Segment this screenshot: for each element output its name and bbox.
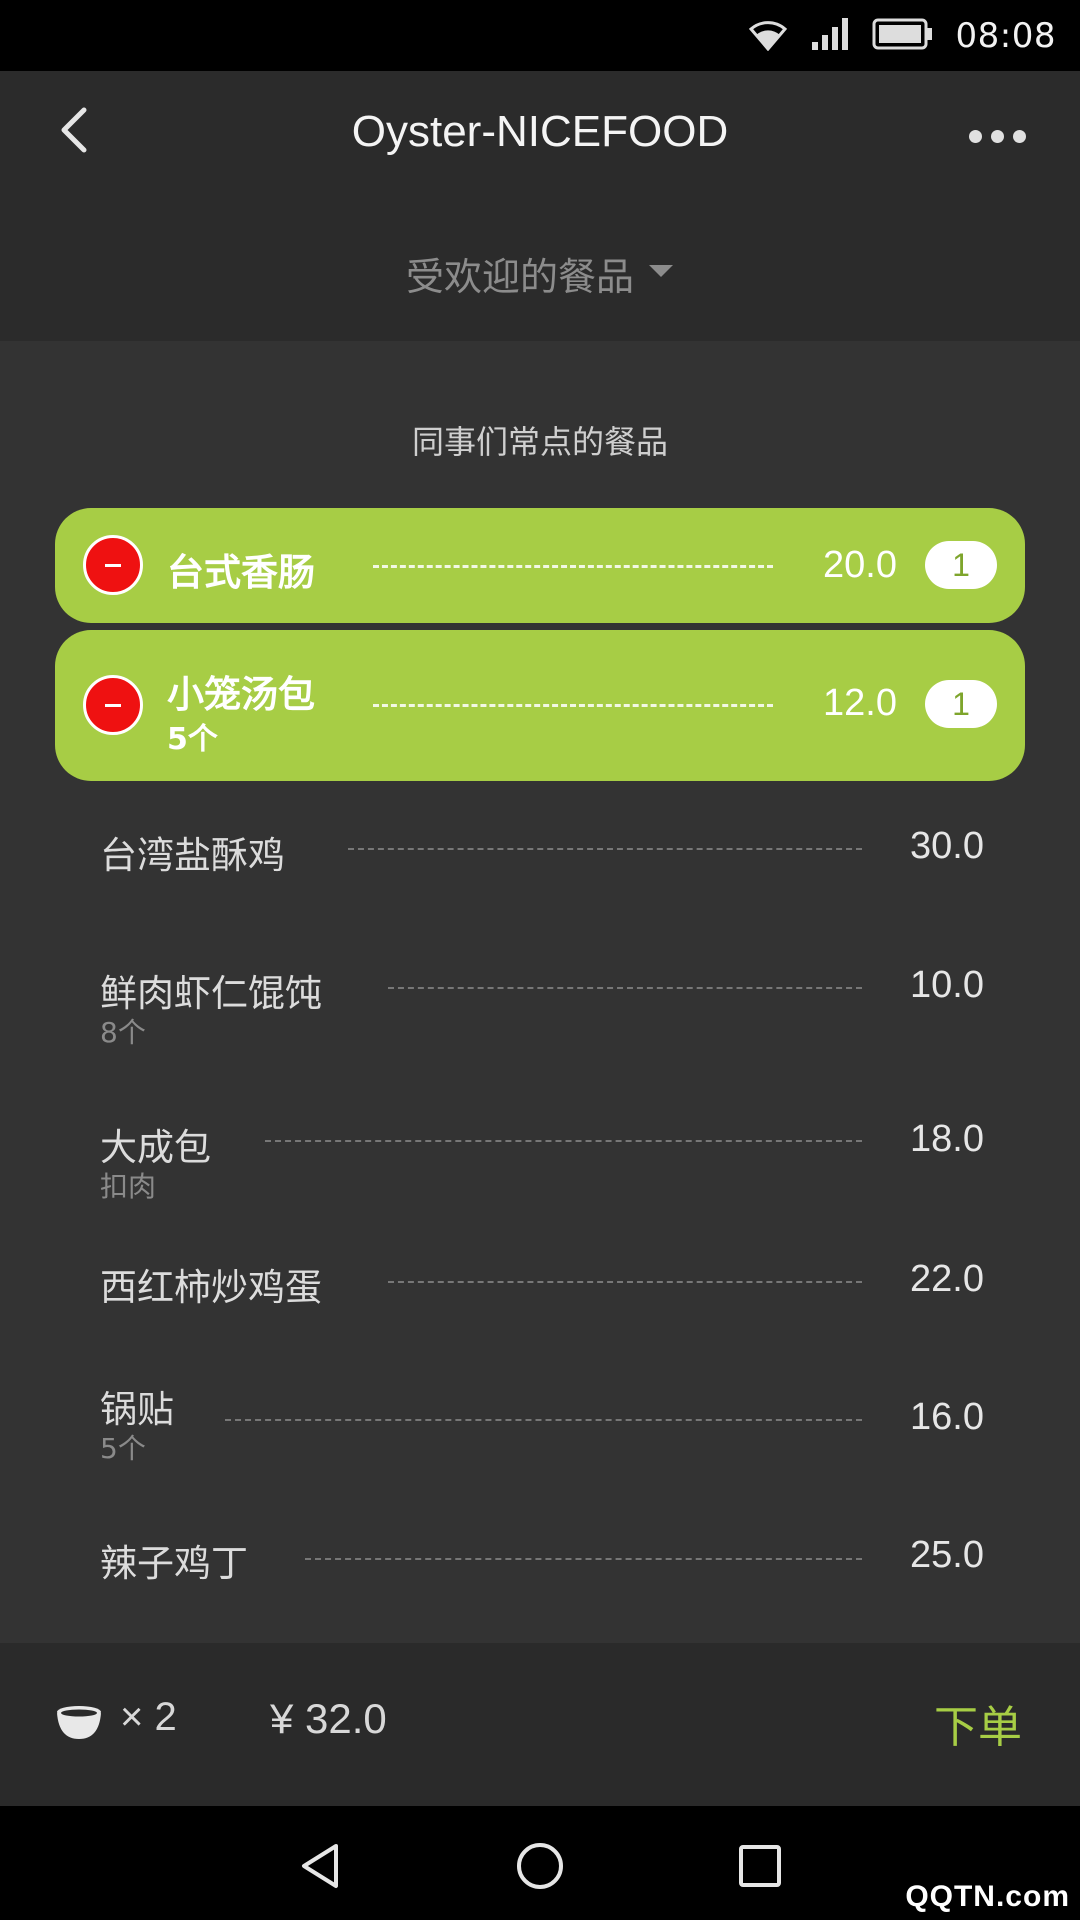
- menu-item[interactable]: 鲜肉虾仁馄饨 8个 10.0: [0, 911, 1080, 1061]
- dotted-leader: [225, 1419, 862, 1421]
- dotted-leader: [348, 848, 862, 850]
- dotted-leader: [388, 1281, 862, 1283]
- remove-item-button[interactable]: [83, 675, 143, 735]
- menu-item[interactable]: 大成包 扣肉 18.0: [0, 1061, 1080, 1221]
- cart-count: × 2: [120, 1695, 177, 1739]
- menu-item-name: 西红柿炒鸡蛋: [100, 1266, 322, 1309]
- dropdown-arrow-icon: [648, 263, 674, 283]
- menu-item-name: 大成包: [100, 1126, 211, 1169]
- wifi-icon: [748, 17, 788, 55]
- menu-item-price: 18.0: [910, 1118, 984, 1160]
- cart-total: ¥ 32.0: [270, 1695, 387, 1742]
- more-options-button[interactable]: [952, 111, 1042, 161]
- nav-recents-icon[interactable]: [732, 1838, 788, 1894]
- menu-content: 同事们常点的餐品 台式香肠 20.0 1 小笼汤包 5个 12.0 1 台湾盐酥…: [0, 341, 1080, 1643]
- selected-item[interactable]: 小笼汤包 5个 12.0 1: [55, 630, 1025, 781]
- nav-back-icon[interactable]: [292, 1838, 348, 1894]
- nav-home-icon[interactable]: [512, 1838, 568, 1894]
- menu-item-price: 30.0: [910, 825, 984, 867]
- app-header: Oyster-NICEFOOD 受欢迎的餐品: [0, 71, 1080, 341]
- menu-item[interactable]: 西红柿炒鸡蛋 22.0: [0, 1221, 1080, 1341]
- dotted-leader: [265, 1140, 862, 1142]
- menu-item-price: 22.0: [910, 1258, 984, 1300]
- menu-item-subtitle: 扣肉: [100, 1170, 157, 1203]
- page-title: Oyster-NICEFOOD: [351, 107, 729, 156]
- menu-item[interactable]: 锅贴 5个 16.0: [0, 1341, 1080, 1491]
- more-icon-dot: [990, 129, 1004, 143]
- status-bar: 08:08: [0, 0, 1080, 71]
- menu-item-name: 鲜肉虾仁馄饨: [100, 972, 322, 1015]
- remove-item-button[interactable]: [83, 535, 143, 595]
- section-title: 同事们常点的餐品: [411, 423, 668, 461]
- place-order-button[interactable]: 下单: [934, 1691, 1022, 1755]
- bowl-icon: [55, 1705, 103, 1745]
- selected-item[interactable]: 台式香肠 20.0 1: [55, 508, 1025, 623]
- category-label: 受欢迎的餐品: [405, 254, 634, 299]
- category-dropdown[interactable]: 受欢迎的餐品: [0, 243, 1080, 303]
- dotted-leader: [305, 1558, 862, 1560]
- minus-icon: [105, 703, 121, 707]
- menu-item-price: 16.0: [910, 1396, 984, 1438]
- more-icon: [968, 129, 982, 143]
- watermark-logo: QQTN.com: [905, 1880, 1070, 1913]
- dotted-leader: [373, 565, 773, 568]
- quantity-badge: 1: [925, 680, 997, 728]
- signal-icon: [810, 16, 850, 56]
- status-time: 08:08: [955, 15, 1056, 56]
- status-indicators: 08:08: [748, 0, 1056, 71]
- menu-item[interactable]: 辣子鸡丁 25.0: [0, 1491, 1080, 1621]
- selected-item-price: 20.0: [823, 544, 897, 586]
- dotted-leader: [373, 704, 773, 707]
- menu-item[interactable]: 台湾盐酥鸡 30.0: [0, 781, 1080, 911]
- menu-item-name: 锅贴: [100, 1388, 174, 1431]
- menu-item-subtitle: 5个: [100, 1432, 146, 1465]
- selected-item-name: 小笼汤包: [167, 673, 315, 716]
- cart-bar: × 2 ¥ 32.0 下单: [0, 1643, 1080, 1806]
- selected-item-subtitle: 5个: [167, 722, 218, 757]
- menu-item-subtitle: 8个: [100, 1016, 146, 1049]
- selected-item-name: 台式香肠: [167, 551, 315, 594]
- more-icon-dot: [1012, 129, 1026, 143]
- battery-icon: [872, 17, 934, 55]
- menu-item-price: 25.0: [910, 1534, 984, 1576]
- dotted-leader: [388, 987, 862, 989]
- menu-item-name: 台湾盐酥鸡: [100, 834, 285, 877]
- system-nav-bar: QQTN.com: [0, 1806, 1080, 1920]
- minus-icon: [105, 563, 121, 567]
- menu-item-price: 10.0: [910, 964, 984, 1006]
- menu-item-name: 辣子鸡丁: [100, 1542, 248, 1585]
- selected-item-price: 12.0: [823, 682, 897, 724]
- quantity-badge: 1: [925, 541, 997, 589]
